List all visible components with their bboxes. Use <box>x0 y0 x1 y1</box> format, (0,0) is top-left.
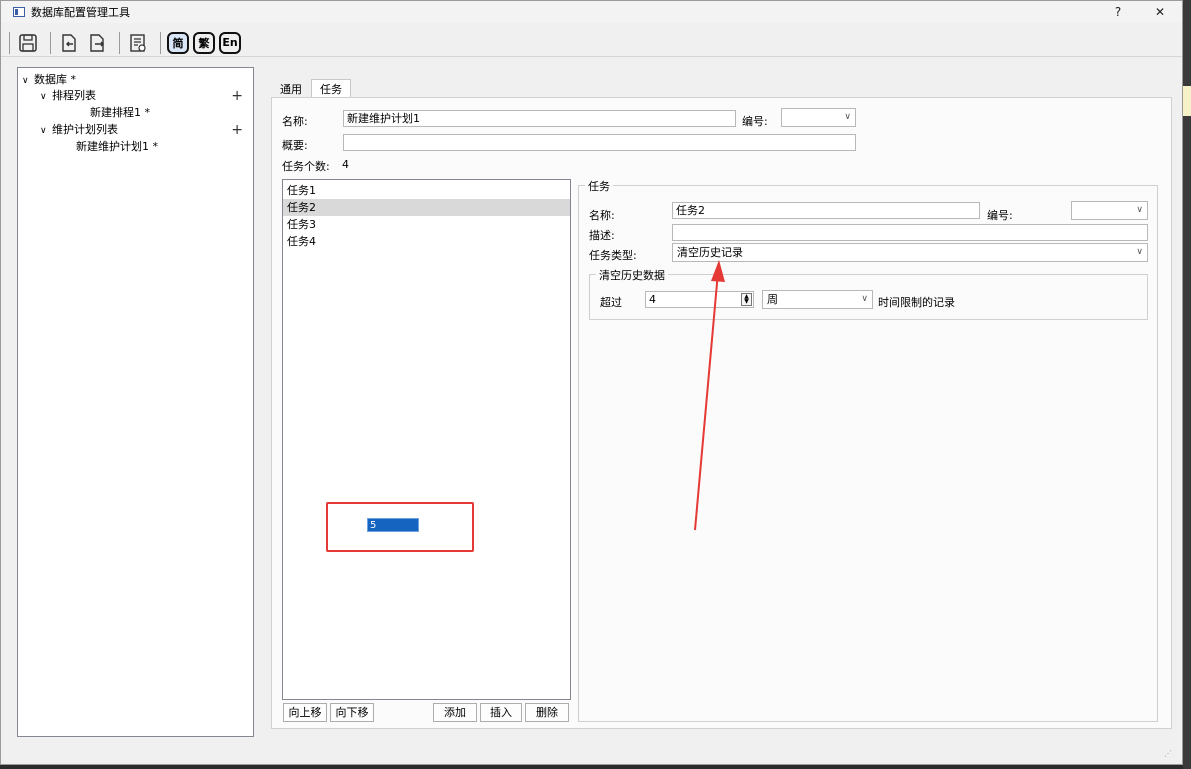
task-desc-label: 描述: <box>589 229 615 242</box>
toolbar-separator <box>160 31 161 54</box>
preview-icon <box>130 33 146 52</box>
help-button[interactable]: ? <box>1105 3 1131 21</box>
exceed-spinbox[interactable]: 4 <box>645 291 754 308</box>
plan-summary-label: 概要: <box>282 139 308 152</box>
add-plan-icon[interactable]: + <box>231 122 243 138</box>
task-count-value: 4 <box>342 158 349 171</box>
chevron-down-icon[interactable]: ∨ <box>40 89 52 105</box>
chevron-down-icon[interactable]: ∨ <box>22 73 34 89</box>
plan-number-select[interactable]: ∨ <box>781 108 856 127</box>
tree-item-label: 数据库 * <box>34 73 76 86</box>
tree-item-plan[interactable]: 新建维护计划1 * <box>76 139 158 155</box>
list-item[interactable]: 任务3 <box>283 216 570 233</box>
task-type-label: 任务类型: <box>589 249 637 262</box>
toolbar-grip <box>9 31 10 54</box>
toolbar-separator <box>119 31 120 54</box>
toolbar: 简 繁 En <box>1 29 1182 57</box>
tree-item-plan-list[interactable]: ∨ 维护计划列表 + <box>40 122 251 138</box>
toolbar-separator <box>50 31 51 54</box>
import-icon <box>62 33 76 52</box>
tab-bar: 通用 任务 <box>271 79 351 99</box>
chevron-down-icon: ∨ <box>1136 205 1143 215</box>
task-number-select[interactable]: ∨ <box>1071 201 1148 220</box>
move-up-button[interactable]: 向上移 <box>283 703 327 722</box>
task-list[interactable]: 任务1 任务2 任务3 任务4 <box>282 179 571 700</box>
tree-item-schedule-list[interactable]: ∨ 排程列表 + <box>40 88 251 104</box>
list-item[interactable]: 任务1 <box>283 182 570 199</box>
main-window: 数据库配置管理工具 ? ✕ 简 繁 En ∨ 数据库 * ∨ 排程列表 + 新建… <box>0 0 1183 765</box>
resize-grip-icon[interactable]: ⋰ <box>1164 749 1172 758</box>
chevron-down-icon: ∨ <box>861 294 868 304</box>
tree-item-label: 排程列表 <box>52 89 96 102</box>
app-icon <box>13 7 25 17</box>
database-tree[interactable]: ∨ 数据库 * ∨ 排程列表 + 新建排程1 * ∨ 维护计划列表 + 新建维护计划1… <box>17 67 254 737</box>
chevron-down-icon[interactable]: ∨ <box>40 123 52 139</box>
spin-arrows-icon[interactable]: ▲ ▼ <box>741 293 752 306</box>
lang-english-button[interactable]: En <box>219 31 241 54</box>
time-limit-label: 时间限制的记录 <box>878 296 955 309</box>
add-schedule-icon[interactable]: + <box>231 88 243 104</box>
annotation-highlight-box <box>326 502 474 552</box>
export-icon <box>90 33 104 52</box>
tab-tasks[interactable]: 任务 <box>311 79 351 99</box>
task-type-value: 清空历史记录 <box>677 246 743 259</box>
save-button[interactable] <box>16 31 40 55</box>
tree-item-schedule[interactable]: 新建排程1 * <box>90 105 150 121</box>
exceed-label: 超过 <box>600 296 622 309</box>
task-number-label: 编号: <box>987 209 1013 222</box>
plan-name-label: 名称: <box>282 115 308 128</box>
plan-number-label: 编号: <box>742 115 768 128</box>
chevron-down-icon: ∨ <box>844 112 851 122</box>
save-icon <box>19 33 37 52</box>
clear-history-group-title: 清空历史数据 <box>596 267 668 283</box>
lang-traditional-button[interactable]: 繁 <box>193 31 215 54</box>
move-down-button[interactable]: 向下移 <box>330 703 374 722</box>
title-bar: 数据库配置管理工具 ? ✕ <box>1 1 1182 23</box>
tree-item-database[interactable]: ∨ 数据库 * <box>22 72 76 88</box>
background-app-highlight <box>1183 86 1191 116</box>
tree-item-label: 新建维护计划1 * <box>76 140 158 153</box>
list-item[interactable]: 任务4 <box>283 233 570 250</box>
task-detail-group <box>578 185 1158 722</box>
tree-item-label: 新建排程1 * <box>90 106 150 119</box>
insert-task-button[interactable]: 插入 <box>480 703 522 722</box>
time-unit-value: 周 <box>767 293 778 306</box>
import-button[interactable] <box>57 31 81 55</box>
time-unit-select[interactable]: 周 ∨ <box>762 290 873 309</box>
task-detail-group-title: 任务 <box>585 178 613 194</box>
lang-simplified-button[interactable]: 简 <box>167 31 189 54</box>
window-title: 数据库配置管理工具 <box>31 6 130 19</box>
plan-summary-field[interactable] <box>343 134 856 151</box>
task-count-label: 任务个数: <box>282 160 330 173</box>
add-task-button[interactable]: 添加 <box>433 703 477 722</box>
task-name-label: 名称: <box>589 209 615 222</box>
list-item[interactable]: 任务2 <box>283 199 570 216</box>
task-name-field[interactable]: 任务2 <box>672 202 980 219</box>
chevron-down-icon: ∨ <box>1136 247 1143 257</box>
tab-general[interactable]: 通用 <box>271 79 311 98</box>
preview-button[interactable] <box>126 31 150 55</box>
delete-task-button[interactable]: 删除 <box>525 703 569 722</box>
close-button[interactable]: ✕ <box>1147 3 1173 21</box>
plan-name-field[interactable]: 新建维护计划1 <box>343 110 736 127</box>
tree-item-label: 维护计划列表 <box>52 123 118 136</box>
task-desc-field[interactable] <box>672 224 1148 241</box>
task-type-select[interactable]: 清空历史记录 ∨ <box>672 243 1148 262</box>
export-button[interactable] <box>85 31 109 55</box>
